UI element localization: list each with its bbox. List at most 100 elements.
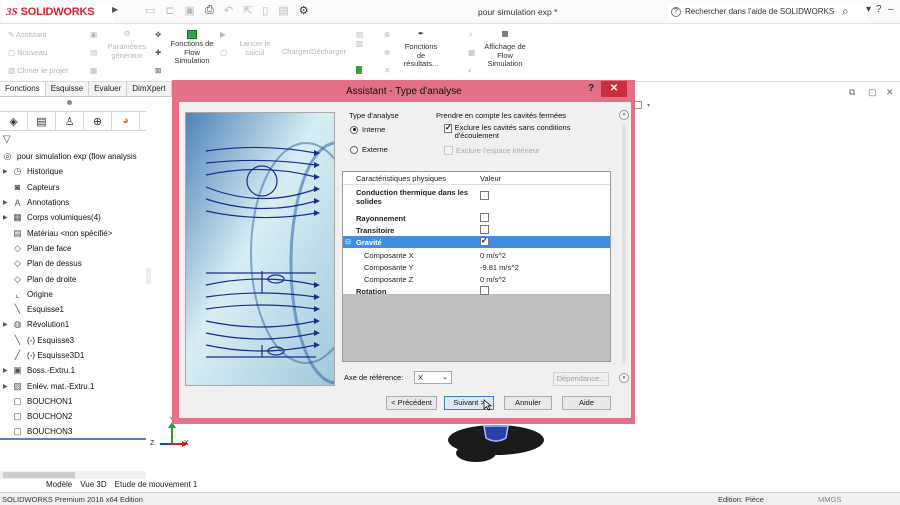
feature-row[interactable]: Rotation [343, 285, 610, 297]
cmd-assistant[interactable]: ✎ Assistant [8, 30, 46, 39]
tab-vue3d[interactable]: Vue 3D [80, 480, 106, 491]
display-manager-icon[interactable]: ◕ [112, 112, 140, 130]
cancel-button[interactable]: Annuler [504, 396, 552, 410]
feature-checkbox[interactable] [480, 286, 489, 295]
rebuild-icon[interactable]: ▯ [262, 4, 268, 17]
status-units[interactable]: MMGS [818, 495, 841, 504]
heads-up-dropdown-icon[interactable]: ▾ [647, 102, 650, 109]
tree-item[interactable]: ▶ ▦ Corps volumiques(4) [0, 210, 146, 225]
gravity-component-row[interactable]: Composante Z 0 m/s^2 [343, 273, 610, 285]
cmd-fonctions-resultats[interactable]: ✒ Fonctions de résultats... [400, 29, 442, 69]
radio-externe[interactable]: Externe [350, 145, 388, 154]
cmd-lancer-calcul[interactable]: Lancer le calcul [232, 39, 278, 57]
exclude-cavities-option[interactable]: Exclure les cavités sans conditions d'éc… [444, 123, 584, 140]
dependance-button[interactable]: Dépendance... [553, 372, 609, 386]
tree-item[interactable]: ◙ Capteurs [0, 180, 146, 195]
tree-item[interactable]: ▶ A Annotations [0, 195, 146, 210]
tree-expand-icon[interactable]: ▶ [3, 321, 10, 328]
tree-root[interactable]: ◎ pour simulation exp (flow analysis [0, 149, 146, 164]
dialog-help-button[interactable]: ? [588, 83, 594, 94]
tab-esquisse[interactable]: Esquisse [46, 82, 90, 96]
previous-button[interactable]: < Précédent [386, 396, 437, 410]
radio-externe-circle[interactable] [350, 145, 358, 154]
save-icon[interactable]: ▣ [185, 4, 195, 17]
feature-checkbox[interactable] [480, 191, 489, 200]
help-search-box[interactable]: ? Rechercher dans l'aide de SOLIDWORKS [668, 3, 868, 20]
tree-item[interactable]: ▶ ◍ Révolution1 [0, 317, 146, 332]
tree-item[interactable]: ▢ BOUCHON2 [0, 409, 146, 424]
feature-checkbox[interactable] [480, 225, 489, 234]
feature-checkbox[interactable] [480, 236, 489, 246]
new-doc-icon[interactable]: ▭ [145, 4, 155, 17]
tree-item[interactable]: ╱ (-) Esquisse3D1 [0, 348, 146, 363]
tree-item[interactable]: ◇ Plan de face [0, 241, 146, 256]
feature-checkbox[interactable] [480, 213, 489, 222]
tab-evaluer[interactable]: Evaluer [89, 82, 128, 96]
tree-item[interactable]: ▤ Matériau <non spécifié> [0, 225, 146, 240]
radio-interne[interactable]: Interne [350, 125, 385, 134]
tab-etude-mouvement[interactable]: Etude de mouvement 1 [115, 480, 198, 491]
menu-expand-arrow[interactable]: ▶ [112, 5, 120, 19]
panel-splitter[interactable] [146, 268, 151, 284]
tab-dimxpert[interactable]: DimXpert [127, 82, 172, 96]
tree-item[interactable]: ╲ Esquisse1 [0, 302, 146, 317]
collapse-arrow-bottom-icon[interactable]: » [619, 373, 629, 383]
viewport-maximize-icon[interactable]: ▢ [868, 87, 877, 98]
collapse-minus-icon[interactable]: ⊟ [345, 238, 351, 246]
model-shape[interactable] [446, 420, 546, 465]
tree-item[interactable]: ▢ BOUCHON1 [0, 394, 146, 409]
tab-modele[interactable]: Modèle [46, 480, 72, 491]
tree-item[interactable]: ▶ ▣ Boss.-Extru.1 [0, 363, 146, 378]
print-icon[interactable]: ⎙ [205, 4, 214, 17]
rollback-bar[interactable] [0, 438, 146, 440]
tree-item[interactable]: ▶ ◷ Historique [0, 164, 146, 179]
search-icon[interactable]: ⌕ [842, 4, 849, 19]
gravity-component-row[interactable]: Composante X 0 m/s^2 [343, 249, 610, 261]
cmd-parametres-generaux[interactable]: ⚙ Paramètres généraux [104, 29, 150, 60]
select-icon[interactable]: ⇱ [243, 4, 252, 17]
cmd-fonctions-flow[interactable]: Fonctions de Flow Simulation [170, 30, 214, 66]
gravity-component-row[interactable]: Composante Y -9.81 m/s^2 [343, 261, 610, 273]
scroll-thumb[interactable] [3, 472, 75, 478]
feature-row[interactable]: Transitoire [343, 224, 610, 236]
viewport-restore-icon[interactable]: ⧉ [849, 87, 855, 98]
tree-item[interactable]: ◇ Plan de dessus [0, 256, 146, 271]
options-gear-icon[interactable]: ⚙ [299, 4, 309, 17]
cmd-clone[interactable]: ▥ Cloner le projet [8, 66, 68, 75]
tree-expand-icon[interactable]: ▶ [3, 214, 10, 221]
exclude-cavities-checkbox[interactable] [444, 123, 452, 133]
help-dropdown-icon[interactable]: ▾ [866, 4, 871, 15]
feature-row-value[interactable]: -9.81 m/s^2 [480, 263, 519, 272]
undo-icon[interactable]: ↶ [224, 4, 233, 17]
tab-fonctions[interactable]: Fonctions [0, 82, 46, 96]
configuration-manager-icon[interactable]: ♙ [56, 112, 84, 130]
feature-row[interactable]: Gravité ⊟ [343, 236, 610, 248]
feature-row[interactable]: Rayonnement [343, 212, 610, 224]
panel-grip-dot[interactable] [67, 100, 72, 105]
cmd-nouveau[interactable]: ▢ Nouveau [8, 48, 47, 57]
dimxpert-manager-icon[interactable]: ⊕ [84, 112, 112, 130]
help-question-button[interactable]: ? [876, 4, 882, 15]
tree-item[interactable]: ◇ Plan de droite [0, 271, 146, 286]
solidworks-logo[interactable]: 3S SOLIDWORKS [2, 2, 114, 22]
feature-row[interactable]: Conduction thermique dans les solides [343, 186, 610, 212]
feature-row-value[interactable]: 0 m/s^2 [480, 275, 506, 284]
minimize-icon[interactable]: – [888, 4, 894, 15]
cmd-affichage-flow[interactable]: ▦ Affichage de Flow Simulation [484, 29, 526, 69]
tree-expand-icon[interactable]: ▶ [3, 367, 10, 374]
tree-expand-icon[interactable]: ▶ [3, 199, 10, 206]
feature-manager-icon[interactable]: ◈ [0, 112, 28, 130]
tree-expand-icon[interactable]: ▶ [3, 168, 10, 175]
cmd-charger-decharger[interactable]: Charger/Décharger [276, 47, 352, 57]
exclude-internal-option[interactable]: Exclure l'espace intérieur [444, 146, 540, 155]
help-button[interactable]: Aide [562, 396, 611, 410]
tree-item[interactable]: ⌞ Origine [0, 287, 146, 302]
property-manager-icon[interactable]: ▤ [28, 112, 56, 130]
reference-axis-select[interactable]: X ⌄ [414, 371, 452, 384]
filter-icon[interactable]: ▽ [3, 134, 11, 145]
heads-up-view-icon[interactable] [634, 101, 642, 109]
file-properties-icon[interactable]: ▤ [278, 4, 288, 17]
tree-item[interactable]: ╲ (-) Esquisse3 [0, 333, 146, 348]
tree-item[interactable]: ▶ ▨ Enlév. mat.-Extru.1 [0, 378, 146, 393]
open-icon[interactable]: ⊏ [165, 4, 174, 17]
